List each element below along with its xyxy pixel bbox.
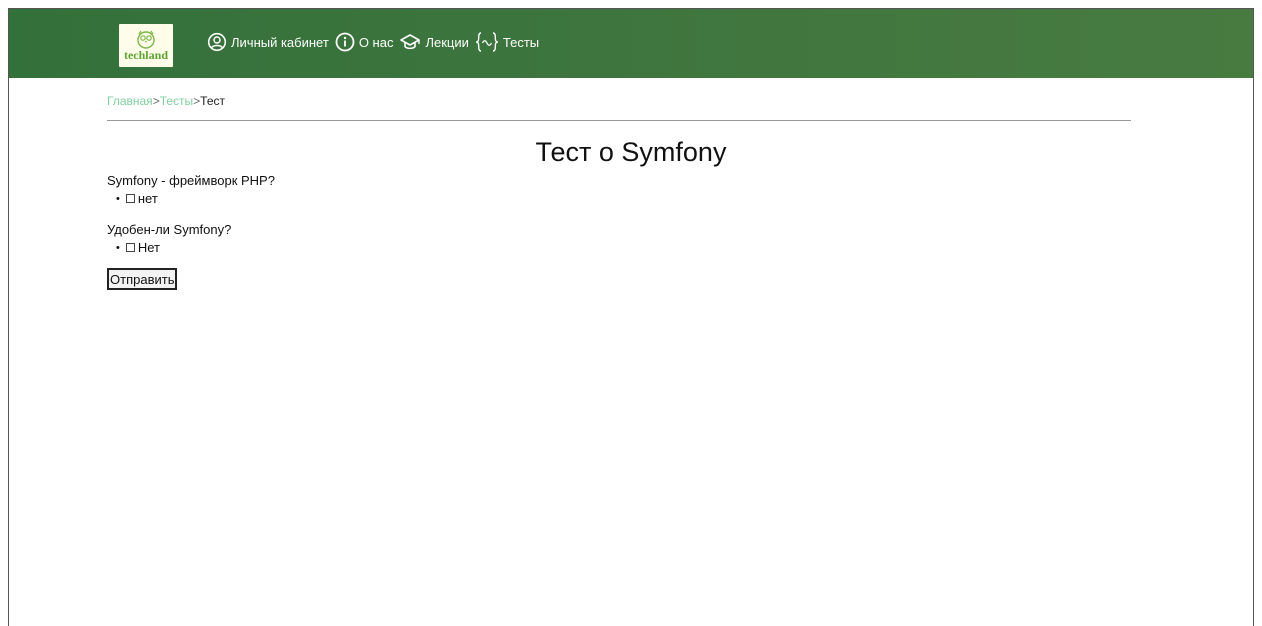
main-nav: Личный кабинет О нас Лекции Тесты bbox=[207, 31, 545, 53]
breadcrumb-current: Тест bbox=[200, 94, 225, 108]
logo-text: techland bbox=[123, 47, 168, 62]
bullet: • bbox=[116, 241, 120, 254]
curly-braces-icon bbox=[475, 32, 498, 52]
owl-logo-icon bbox=[137, 30, 155, 49]
nav-item-account[interactable]: Личный кабинет bbox=[207, 32, 329, 52]
answer-option[interactable]: • нет bbox=[116, 191, 158, 206]
question-1-text: Symfony - фреймворк PHP? bbox=[107, 173, 275, 188]
breadcrumb-home[interactable]: Главная bbox=[107, 94, 153, 108]
bullet: • bbox=[116, 192, 120, 205]
answer-checkbox[interactable] bbox=[125, 194, 135, 203]
browser-viewport: techland Личный кабинет О нас Лекции Тес… bbox=[8, 8, 1254, 626]
site-logo[interactable]: techland bbox=[119, 24, 173, 67]
info-icon bbox=[335, 32, 355, 52]
nav-label-lectures: Лекции bbox=[425, 34, 469, 50]
breadcrumb-divider bbox=[107, 120, 1131, 121]
graduation-cap-icon bbox=[400, 34, 421, 50]
page-title: Тест о Symfony bbox=[535, 137, 727, 167]
nav-item-lectures[interactable]: Лекции bbox=[399, 32, 469, 52]
breadcrumb-separator: > bbox=[152, 94, 160, 108]
nav-label-tests: Тесты bbox=[502, 34, 540, 50]
breadcrumb-tests[interactable]: Тесты bbox=[160, 94, 193, 108]
question-2-text: Удобен-ли Symfony? bbox=[107, 222, 232, 237]
answer-option[interactable]: • Нет bbox=[116, 240, 160, 255]
nav-label-about: О нас bbox=[358, 34, 394, 50]
user-circle-icon bbox=[207, 32, 227, 52]
breadcrumb: Главная>Тесты>Тест bbox=[107, 94, 225, 108]
answer-label: нет bbox=[137, 191, 158, 206]
top-navbar: techland Личный кабинет О нас Лекции Тес… bbox=[9, 9, 1253, 78]
nav-label-account: Личный кабинет bbox=[231, 34, 329, 50]
nav-item-about[interactable]: О нас bbox=[335, 32, 394, 52]
nav-item-tests[interactable]: Тесты bbox=[475, 31, 539, 53]
answer-label: Нет bbox=[137, 240, 160, 255]
answer-checkbox[interactable] bbox=[125, 243, 135, 252]
submit-button[interactable]: Отправить bbox=[107, 268, 178, 290]
